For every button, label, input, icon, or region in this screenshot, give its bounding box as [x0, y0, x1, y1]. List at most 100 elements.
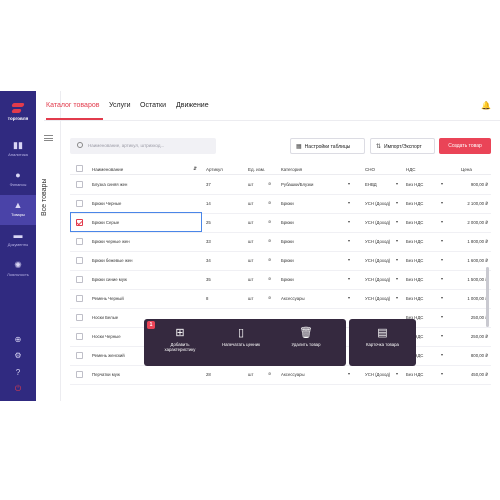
cell-price: 800,00 ₽ — [470, 353, 488, 358]
tab-catalog[interactable]: Каталог товаров — [46, 102, 99, 109]
help-icon[interactable]: ? — [0, 368, 36, 377]
bell-icon[interactable]: 🔔 — [481, 101, 491, 110]
hamburger-icon[interactable] — [44, 135, 53, 141]
row-checkbox[interactable] — [76, 314, 83, 321]
gear-icon[interactable]: ⚙ — [0, 351, 36, 360]
category-dropdown-icon[interactable]: ▾ — [348, 371, 350, 376]
cell-unit: шт — [248, 296, 254, 301]
table-row[interactable]: Брюки Черные 14 шт Брюки УСН (Доход) Без НДС 2… — [70, 194, 491, 214]
tab-services[interactable]: Услуги — [109, 102, 131, 109]
plus-circle-icon[interactable]: ⊕ — [0, 335, 36, 344]
sidebar-item-analytics[interactable]: ▮▮ Аналитика — [0, 135, 36, 165]
select-all-checkbox[interactable] — [76, 165, 83, 172]
vat-dropdown-icon[interactable]: ▾ — [441, 257, 443, 262]
vat-dropdown-icon[interactable]: ▾ — [441, 371, 443, 376]
vat-dropdown-icon[interactable]: ▾ — [441, 295, 443, 300]
table-row[interactable]: Перчатки муж 28 шт Аксессуары УСН (Доход) Без… — [70, 365, 491, 385]
table-row[interactable]: Брюки синие муж 35 шт Брюки УСН (Доход) Без Н… — [70, 270, 491, 290]
tax-dropdown-icon[interactable]: ▾ — [396, 238, 398, 243]
top-navigation: Каталог товаров Услуги Остатки Движение … — [44, 91, 500, 121]
table-row[interactable]: Блузка синяя жен 37 шт Рубашки/Блузки ЕНВД Бе… — [70, 175, 491, 195]
sort-icon[interactable]: ⇵ — [193, 166, 197, 172]
create-product-button[interactable]: Создать товар — [439, 138, 491, 154]
tax-dropdown-icon[interactable]: ▾ — [396, 295, 398, 300]
category-dropdown-icon[interactable]: ▾ — [348, 295, 350, 300]
vat-dropdown-icon[interactable]: ▾ — [441, 333, 443, 338]
category-dropdown-icon[interactable]: ▾ — [348, 200, 350, 205]
table-row[interactable]: Брюки бежевые жен 34 шт Брюки УСН (Доход) Без… — [70, 251, 491, 271]
cell-price: 1 600,00 ₽ — [467, 258, 488, 263]
vertical-scrollbar[interactable] — [486, 267, 489, 327]
sidebar-item-label: Документы — [7, 242, 29, 247]
tax-dropdown-icon[interactable]: ▾ — [396, 257, 398, 262]
tax-dropdown-icon[interactable]: ▾ — [396, 200, 398, 205]
cell-unit: шт — [248, 182, 254, 187]
column-header[interactable]: Наименование — [92, 167, 123, 172]
row-checkbox[interactable] — [76, 276, 83, 283]
column-header[interactable]: Категория — [281, 167, 302, 172]
tax-dropdown-icon[interactable]: ▾ — [396, 276, 398, 281]
cell-unit: шт — [248, 372, 254, 377]
cell-unit: шт — [248, 201, 254, 206]
power-icon[interactable]: ⏻ — [0, 384, 36, 394]
table-row[interactable]: Брюки черные жен 33 шт Брюки УСН (Доход) Без … — [70, 232, 491, 252]
category-dropdown-icon[interactable]: ▾ — [348, 219, 350, 224]
cell-vat: Без НДС — [406, 277, 424, 282]
column-header[interactable]: Цена — [461, 167, 472, 172]
row-checkbox[interactable] — [76, 257, 83, 264]
sidebar-item-finance[interactable]: ● Финансы — [0, 165, 36, 195]
vat-dropdown-icon[interactable]: ▾ — [441, 219, 443, 224]
category-dropdown-icon[interactable]: ▾ — [348, 181, 350, 186]
vat-dropdown-icon[interactable]: ▾ — [441, 200, 443, 205]
vat-dropdown-icon[interactable]: ▾ — [441, 276, 443, 281]
category-dropdown-icon[interactable]: ▾ — [348, 238, 350, 243]
cell-unit: шт — [248, 277, 254, 282]
category-dropdown-icon[interactable]: ▾ — [348, 257, 350, 262]
product-card-button[interactable]: ▤ Карточка товара — [355, 319, 410, 366]
tab-movement[interactable]: Движение — [176, 102, 209, 109]
delete-product-button[interactable]: 🗑 Удалить товар — [280, 319, 332, 366]
import-export-button[interactable]: ⇅ Импорт/Экспорт — [370, 138, 435, 154]
import-export-icon: ⇅ — [376, 144, 382, 150]
tab-stock[interactable]: Остатки — [140, 102, 166, 109]
vat-dropdown-icon[interactable]: ▾ — [441, 238, 443, 243]
vat-dropdown-icon[interactable]: ▾ — [441, 352, 443, 357]
add-characteristic-label: Добавить характеристику — [164, 342, 196, 352]
logo[interactable]: торговля — [0, 103, 36, 121]
search-input[interactable]: Наименование, артикул, штрихкод... — [70, 138, 216, 154]
column-header[interactable]: Ед. изм. — [248, 167, 265, 172]
column-header[interactable]: Артикул — [206, 167, 223, 172]
cell-name: Носки Черные — [92, 334, 121, 339]
tax-dropdown-icon[interactable]: ▾ — [396, 181, 398, 186]
sidebar-item-loyalty[interactable]: ✺ Лояльность — [0, 255, 36, 285]
cell-sku: 25 — [206, 220, 211, 225]
table-header: Наименование ⇵ Артикул Ед. изм. Категори… — [70, 163, 491, 175]
rail-label[interactable]: Все товары — [41, 179, 48, 217]
print-price-tag-label: Напечатать ценник — [221, 342, 261, 347]
coin-icon: ● — [15, 170, 21, 180]
column-header[interactable]: НДС — [406, 167, 416, 172]
row-checkbox[interactable] — [76, 181, 83, 188]
row-checkbox[interactable] — [76, 352, 83, 359]
print-price-tag-button[interactable]: ▯ Напечатать ценник — [216, 319, 266, 366]
vat-dropdown-icon[interactable]: ▾ — [441, 314, 443, 319]
cell-name: Брюки синие муж — [92, 277, 127, 282]
cell-unit: шт — [248, 220, 254, 225]
row-checkbox[interactable] — [76, 333, 83, 340]
tax-dropdown-icon[interactable]: ▾ — [396, 371, 398, 376]
table-row[interactable]: Ремень Черный 8 шт Аксессуары УСН (Доход) Без… — [70, 289, 491, 309]
sidebar-item-products[interactable]: ▲ Товары — [0, 195, 36, 225]
row-checkbox[interactable] — [76, 200, 83, 207]
column-header[interactable]: СНО — [365, 167, 375, 172]
product-card-icon: ▤ — [377, 327, 388, 339]
row-checkbox[interactable] — [76, 295, 83, 302]
row-checkbox[interactable] — [76, 371, 83, 378]
tax-dropdown-icon[interactable]: ▾ — [396, 219, 398, 224]
add-characteristic-button[interactable]: ⊞ Добавить характеристику — [158, 319, 202, 366]
sidebar-item-documents[interactable]: ▬ Документы — [0, 225, 36, 255]
cell-tax: ЕНВД — [365, 182, 377, 187]
table-settings-button[interactable]: ▦ Настройки таблицы — [290, 138, 365, 154]
vat-dropdown-icon[interactable]: ▾ — [441, 181, 443, 186]
row-checkbox[interactable] — [76, 238, 83, 245]
category-dropdown-icon[interactable]: ▾ — [348, 276, 350, 281]
